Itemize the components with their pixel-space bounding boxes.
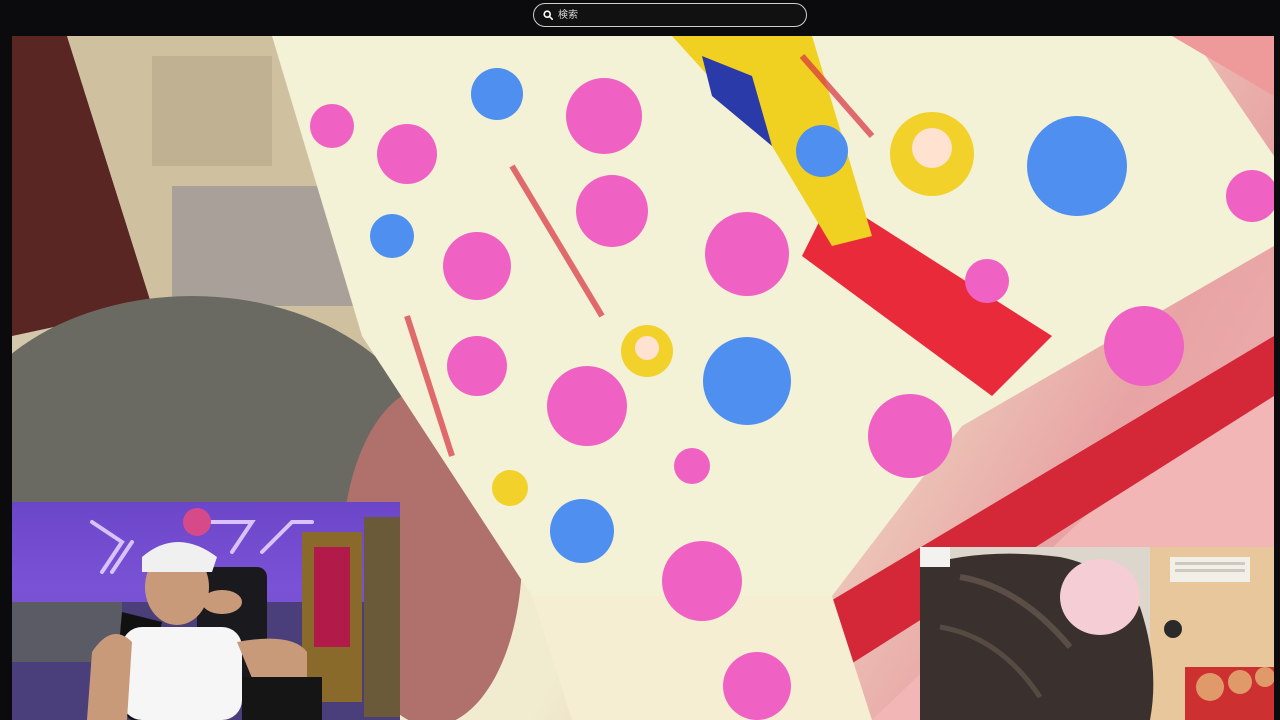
- secondary-camera-frame: [920, 547, 1274, 720]
- top-bar: [0, 0, 1280, 34]
- search-icon: [543, 10, 553, 20]
- search-bar[interactable]: [533, 3, 807, 27]
- streamer-webcam-frame: [12, 508, 400, 720]
- search-input[interactable]: [558, 5, 798, 25]
- streamer-webcam[interactable]: [12, 502, 400, 720]
- secondary-camera-feed[interactable]: [920, 547, 1274, 720]
